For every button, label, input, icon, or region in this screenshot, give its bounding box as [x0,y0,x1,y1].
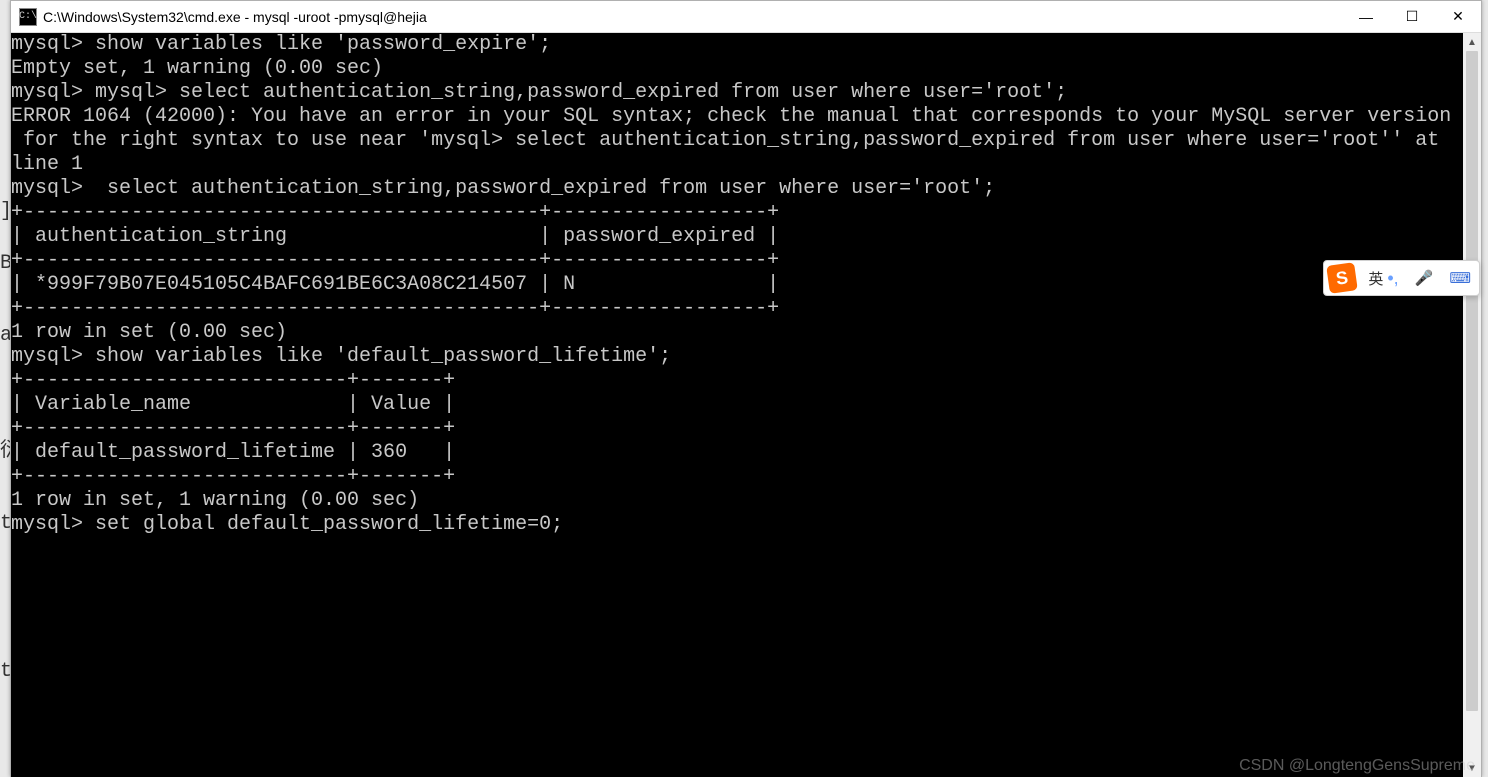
terminal-line: mysql> set global default_password_lifet… [11,513,1463,537]
terminal-line: mysql> mysql> select authentication_stri… [11,81,1463,105]
terminal-line: mysql> show variables like 'password_exp… [11,33,1463,57]
terminal-line: mysql> show variables like 'default_pass… [11,345,1463,369]
terminal-area: mysql> show variables like 'password_exp… [11,33,1481,777]
window-title: C:\Windows\System32\cmd.exe - mysql -uro… [43,9,1343,25]
terminal-line: | default_password_lifetime | 360 | [11,441,1463,465]
terminal-line: mysql> select authentication_string,pass… [11,177,1463,201]
cmd-window: C:\ C:\Windows\System32\cmd.exe - mysql … [10,0,1482,777]
scroll-down-button[interactable]: ▼ [1463,759,1481,777]
terminal[interactable]: mysql> show variables like 'password_exp… [11,33,1463,777]
titlebar[interactable]: C:\ C:\Windows\System32\cmd.exe - mysql … [11,1,1481,33]
scrollbar-thumb[interactable] [1466,51,1478,711]
terminal-line: for the right syntax to use near 'mysql>… [11,129,1463,153]
ime-toolbar[interactable]: S 英 •, 🎤 ⌨ [1323,260,1480,296]
terminal-line: | Variable_name | Value | [11,393,1463,417]
ime-language[interactable]: 英 •, [1360,268,1406,289]
terminal-line: 1 row in set, 1 warning (0.00 sec) [11,489,1463,513]
terminal-line: ERROR 1064 (42000): You have an error in… [11,105,1463,129]
terminal-line: +---------------------------+-------+ [11,465,1463,489]
scroll-up-button[interactable]: ▲ [1463,33,1481,51]
terminal-line: | authentication_string | password_expir… [11,225,1463,249]
maximize-button[interactable]: ☐ [1389,1,1435,32]
ime-punct-icon: •, [1387,268,1398,289]
sogou-logo-icon[interactable]: S [1327,262,1359,294]
terminal-line: +---------------------------------------… [11,297,1463,321]
terminal-line: 1 row in set (0.00 sec) [11,321,1463,345]
ime-keyboard-icon[interactable]: ⌨ [1441,269,1479,287]
terminal-line: Empty set, 1 warning (0.00 sec) [11,57,1463,81]
scrollbar-track[interactable] [1463,51,1481,759]
terminal-line: +---------------------------------------… [11,201,1463,225]
app-icon: C:\ [19,8,37,26]
window-buttons: — ☐ ✕ [1343,1,1481,32]
minimize-button[interactable]: — [1343,1,1389,32]
terminal-line: +---------------------------+-------+ [11,417,1463,441]
terminal-line: +---------------------------+-------+ [11,369,1463,393]
ime-lang-label: 英 [1368,268,1383,289]
ime-mic-icon[interactable]: 🎤 [1407,269,1442,287]
scrollbar[interactable]: ▲ ▼ [1463,33,1481,777]
terminal-line: line 1 [11,153,1463,177]
close-button[interactable]: ✕ [1435,1,1481,32]
terminal-line: | *999F79B07E045105C4BAFC691BE6C3A08C214… [11,273,1463,297]
terminal-line: +---------------------------------------… [11,249,1463,273]
